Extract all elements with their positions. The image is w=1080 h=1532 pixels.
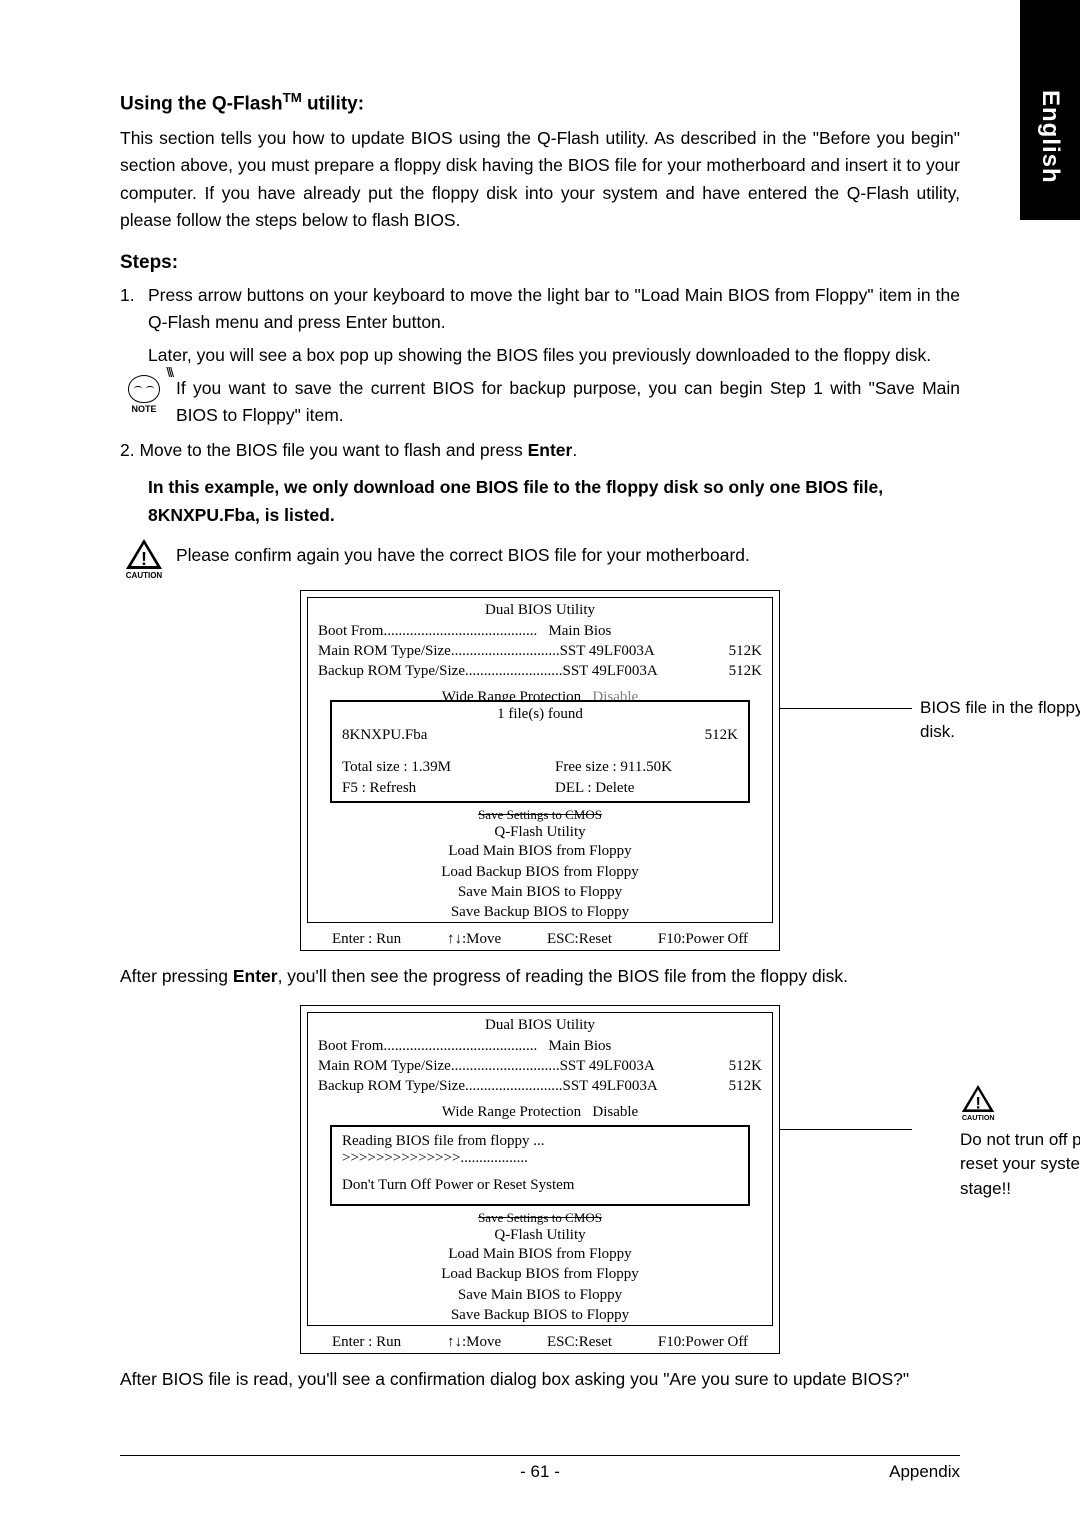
step-1: 1. Press arrow buttons on your keyboard … [120, 282, 960, 336]
file-popup: 1 file(s) found 8KNXPU.Fba512K Total siz… [330, 700, 750, 803]
note-icon: \\\ NOTE [120, 375, 168, 414]
page-footer: - 61 - Appendix [120, 1455, 960, 1482]
after-text-2: After BIOS file is read, you'll see a co… [120, 1366, 960, 1393]
page-number: - 61 - [520, 1462, 560, 1482]
section-heading: Using the Q-FlashTM utility: [120, 90, 960, 115]
bios-screen-2: Dual BIOS Utility Boot From.............… [120, 1005, 960, 1355]
caution-block-1: ! CAUTION Please confirm again you have … [120, 539, 960, 580]
caution-icon: ! CAUTION [120, 539, 168, 580]
note-block: \\\ NOTE If you want to save the current… [120, 375, 960, 429]
annotation-1: BIOS file in the floppy disk. [920, 696, 1080, 745]
caution-block-2: ! CAUTION Do not trun off power or reset… [960, 1083, 1080, 1202]
menu-list: Load Main BIOS from Floppy Load Backup B… [318, 841, 762, 922]
step-1b: Later, you will see a box pop up showing… [120, 342, 960, 369]
step-2: 2. Move to the BIOS file you want to fla… [120, 437, 960, 464]
after-text-1: After pressing Enter, you'll then see th… [120, 963, 960, 990]
appendix-label: Appendix [889, 1462, 960, 1482]
intro-paragraph: This section tells you how to update BIO… [120, 125, 960, 234]
caution-icon: ! CAUTION [962, 1085, 995, 1122]
steps-heading: Steps: [120, 252, 960, 274]
bios-screen-1: Dual BIOS Utility Boot From.............… [120, 590, 960, 952]
example-bold: In this example, we only download one BI… [148, 473, 960, 529]
progress-popup: Reading BIOS file from floppy ... >>>>>>… [330, 1125, 750, 1206]
